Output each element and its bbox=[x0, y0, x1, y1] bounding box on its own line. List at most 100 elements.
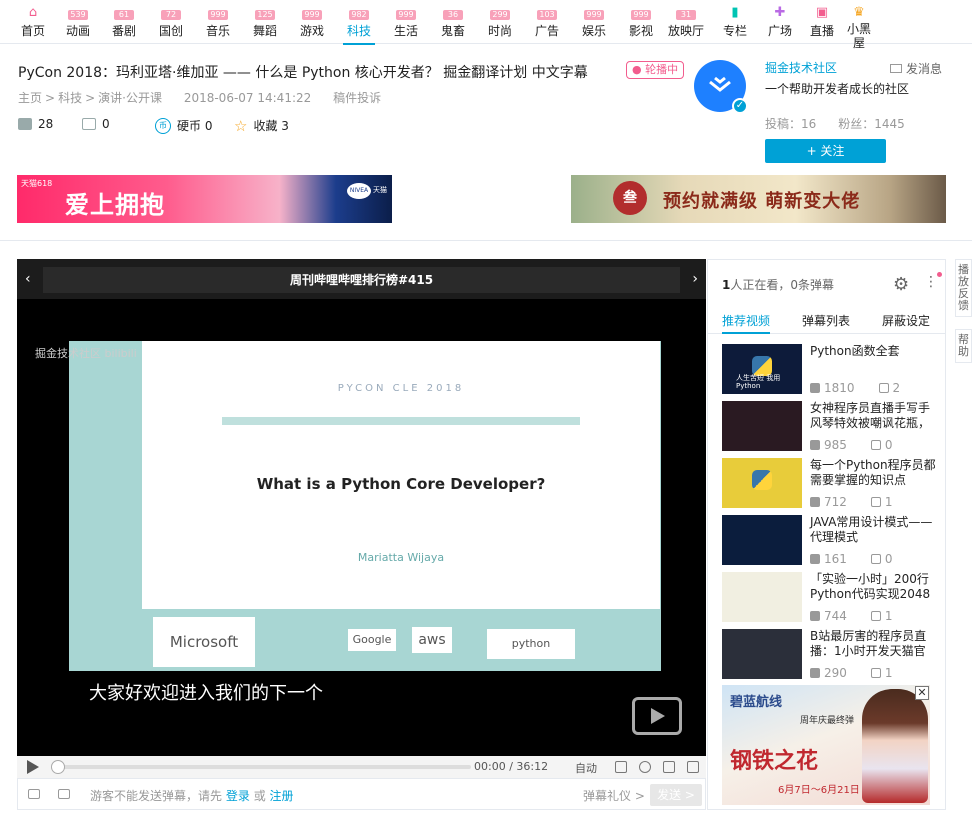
nav-item-7[interactable]: 982 科技 bbox=[339, 6, 379, 45]
ad-game-banner[interactable]: 碧蓝航线 周年庆最终弹 钢铁之花 6月7日～6月21日 bbox=[722, 685, 930, 805]
video-thumbnail[interactable] bbox=[722, 515, 802, 565]
nav-item-0[interactable]: ⌂ 首页 bbox=[13, 6, 53, 39]
more-icon[interactable]: ⋮ bbox=[924, 274, 938, 290]
nav-badge: 539 bbox=[68, 10, 88, 20]
report-link[interactable]: 稿件投诉 bbox=[333, 91, 381, 105]
close-icon[interactable]: ✕ bbox=[915, 686, 929, 700]
coin-icon: 币 bbox=[155, 117, 171, 134]
recommended-title[interactable]: 「实验一小时」200行Python代码实现2048 bbox=[810, 572, 936, 602]
recommended-title[interactable]: 女神程序员直播手写手风琴特效被嘲讽花瓶， bbox=[810, 401, 936, 431]
gear-icon[interactable]: ⚙ bbox=[893, 274, 909, 295]
feedback-tab[interactable]: 播放反馈 bbox=[955, 259, 972, 317]
loop-icon[interactable] bbox=[639, 761, 651, 773]
nav-item-8[interactable]: 999 生活 bbox=[386, 6, 426, 39]
recommended-title[interactable]: 每一个Python程序员都需要掌握的知识点 bbox=[810, 458, 936, 488]
recommended-danmaku: 0 bbox=[884, 438, 893, 452]
volume-icon[interactable] bbox=[663, 761, 675, 773]
nav-item-11[interactable]: 103 广告 bbox=[527, 6, 567, 39]
recommended-video[interactable]: JAVA常用设计模式——代理模式 161 0 bbox=[722, 515, 936, 567]
breadcrumb-home[interactable]: 主页 bbox=[18, 91, 42, 105]
progress-knob[interactable] bbox=[51, 760, 65, 774]
video-thumbnail[interactable] bbox=[722, 458, 802, 508]
recommended-video[interactable]: 「实验一小时」200行Python代码实现2048 744 1 bbox=[722, 572, 936, 624]
video-thumbnail[interactable] bbox=[722, 401, 802, 451]
breadcrumb-tech[interactable]: 科技 bbox=[58, 91, 82, 105]
next-arrow-icon[interactable]: › bbox=[692, 271, 698, 287]
tab-block-settings[interactable]: 屏蔽设定 bbox=[882, 312, 930, 329]
breadcrumb-talks[interactable]: 演讲·公开课 bbox=[98, 91, 162, 105]
help-tab[interactable]: 帮助 bbox=[955, 329, 972, 363]
ad-right-slogan: 预约就满级 萌新变大佬 bbox=[663, 191, 861, 212]
danmaku-icon bbox=[870, 611, 881, 621]
ad-banner-left[interactable]: 天猫618 爱上拥抱 NIVEA 天猫 bbox=[17, 175, 392, 223]
danmaku-icon bbox=[870, 554, 881, 564]
recommended-video[interactable]: 每一个Python程序员都需要掌握的知识点 712 1 bbox=[722, 458, 936, 510]
nav-item-16[interactable]: ✚ 广场 bbox=[760, 6, 800, 39]
slide-talk-title: What is a Python Core Developer? bbox=[256, 475, 546, 493]
recommended-title[interactable]: Python函数全套 bbox=[810, 344, 936, 359]
python-logo-icon bbox=[752, 356, 772, 376]
play-count-icon bbox=[810, 383, 820, 393]
nav-item-13[interactable]: 999 影视 bbox=[621, 6, 661, 39]
favorite-button[interactable]: ☆ 收藏 3 bbox=[234, 117, 289, 134]
tab-danmaku-list[interactable]: 弹幕列表 bbox=[802, 312, 850, 329]
tab-recommended[interactable]: 推荐视频 bbox=[722, 312, 771, 334]
recommended-title[interactable]: JAVA常用设计模式——代理模式 bbox=[810, 515, 936, 545]
ad-game-logo: 碧蓝航线 bbox=[730, 695, 783, 710]
recommended-title[interactable]: B站最厉害的程序员直播：1小时开发天猫官 bbox=[810, 629, 936, 659]
nav-item-3[interactable]: 72 国创 bbox=[151, 6, 191, 39]
recommended-stats: 161 0 bbox=[810, 552, 893, 566]
nav-item-12[interactable]: 999 娱乐 bbox=[574, 6, 614, 39]
play-icon[interactable] bbox=[27, 760, 39, 774]
mail-icon bbox=[890, 64, 902, 73]
nav-badge-wrap: 999 bbox=[621, 6, 661, 20]
video-thumbnail[interactable]: 人生苦短 我用Python bbox=[722, 344, 802, 394]
nav-item-10[interactable]: 299 时尚 bbox=[480, 6, 520, 39]
uploader-name[interactable]: 掘金技术社区 bbox=[765, 59, 837, 76]
live-rotation-tag[interactable]: ● 轮播中 bbox=[626, 61, 685, 79]
danmaku-mode-icon[interactable] bbox=[58, 789, 70, 799]
sponsor-microsoft: Microsoft bbox=[153, 617, 255, 667]
nav-item-14[interactable]: 31 放映厅 bbox=[666, 6, 706, 39]
playlist-title[interactable]: 周刊哔哩哔哩排行榜#415 bbox=[43, 267, 680, 293]
uploader-avatar[interactable]: ✓ bbox=[694, 60, 748, 114]
live-icon: ▣ bbox=[815, 5, 829, 20]
progress-bar[interactable] bbox=[53, 765, 471, 769]
send-danmaku-button[interactable]: 发送 > bbox=[650, 784, 702, 806]
nav-item-6[interactable]: 999 游戏 bbox=[292, 6, 332, 39]
coin-button[interactable]: 币 硬币 0 bbox=[155, 117, 212, 134]
ad-game-tag: 周年庆最终弹 bbox=[800, 716, 855, 726]
send-message-button[interactable]: 发消息 bbox=[890, 60, 942, 77]
danmaku-style-icon[interactable] bbox=[28, 789, 40, 799]
nav-item-4[interactable]: 999 音乐 bbox=[198, 6, 238, 39]
nav-badge: 299 bbox=[490, 10, 510, 20]
nav-item-5[interactable]: 125 舞蹈 bbox=[245, 6, 285, 39]
nav-item-1[interactable]: 539 动画 bbox=[58, 6, 98, 39]
quality-auto[interactable]: 自动 bbox=[575, 760, 597, 776]
video-thumbnail[interactable] bbox=[722, 572, 802, 622]
nav-badge-wrap: 982 bbox=[339, 6, 379, 20]
danmaku-toggle-icon[interactable] bbox=[615, 761, 627, 773]
recommended-video[interactable]: 女神程序员直播手写手风琴特效被嘲讽花瓶， 985 0 bbox=[722, 401, 936, 453]
nav-item-15[interactable]: ▮ 专栏 bbox=[715, 6, 755, 39]
video-player[interactable]: ‹ 周刊哔哩哔哩排行榜#415 › PYCON CLE 2018 What is… bbox=[17, 259, 706, 756]
nav-item-2[interactable]: 61 番剧 bbox=[104, 6, 144, 39]
login-link[interactable]: 登录 bbox=[226, 789, 250, 803]
recommended-video[interactable]: 人生苦短 我用Python Python函数全套 1810 2 bbox=[722, 344, 936, 396]
nav-item-17[interactable]: ▣ 直播 bbox=[802, 6, 842, 39]
square-icon: ✚ bbox=[774, 5, 786, 20]
fullscreen-icon[interactable] bbox=[687, 761, 699, 773]
danmaku-icon bbox=[878, 383, 889, 393]
slide-speaker: Mariatta Wijaya bbox=[357, 551, 445, 564]
nav-item-18[interactable]: ♛ 小黑屋 bbox=[842, 6, 876, 50]
recommended-video[interactable]: B站最厉害的程序员直播：1小时开发天猫官 290 1 bbox=[722, 629, 936, 681]
video-thumbnail[interactable] bbox=[722, 629, 802, 679]
danmaku-etiquette-link[interactable]: 弹幕礼仪 > bbox=[583, 787, 645, 804]
nav-item-9[interactable]: 36 鬼畜 bbox=[433, 6, 473, 39]
register-link[interactable]: 注册 bbox=[270, 789, 294, 803]
ad-banner-right[interactable]: 叁 预约就满级 萌新变大佬 bbox=[571, 175, 946, 223]
viewer-count: 1人正在看，0条弹幕 bbox=[722, 276, 834, 293]
sponsor-python: python bbox=[487, 629, 575, 659]
prev-arrow-icon[interactable]: ‹ bbox=[25, 271, 31, 287]
follow-button[interactable]: + 关注 bbox=[765, 139, 886, 163]
